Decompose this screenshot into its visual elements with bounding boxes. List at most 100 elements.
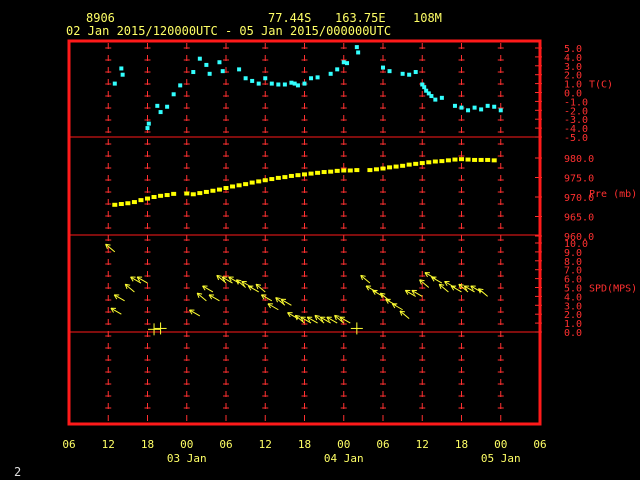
temperature-point — [250, 78, 255, 83]
pressure-point — [413, 161, 419, 166]
temperature-point — [356, 50, 361, 55]
pressure-point — [406, 162, 412, 167]
temperature-point — [498, 108, 503, 113]
temperature-point — [335, 67, 340, 72]
x-tick-label: 06 — [376, 438, 389, 451]
y-tick-label: 965.0 — [564, 213, 594, 224]
temperature-point — [354, 45, 359, 50]
x-tick-label: 18 — [455, 438, 468, 451]
y-tick-label: -5.0 — [564, 133, 588, 144]
date-label: 03 Jan — [167, 452, 207, 465]
meteogram: 5.04.03.02.01.00.0-1.0-2.0-3.0-4.0-5.0T(… — [62, 39, 637, 465]
wind-arrow — [365, 285, 377, 293]
pressure-point — [432, 159, 438, 164]
pressure-point — [223, 186, 229, 191]
x-tick-label: 06 — [533, 438, 546, 451]
pressure-point — [302, 172, 307, 177]
wind-arrow — [105, 243, 116, 253]
x-tick-label: 18 — [298, 438, 311, 451]
pressure-point — [243, 182, 249, 187]
wind-arrow — [350, 322, 363, 335]
temperature-point — [485, 103, 490, 108]
pressure-point — [354, 168, 360, 173]
wind-arrow — [189, 309, 201, 317]
pressure-point — [400, 163, 406, 168]
temperature-point — [155, 103, 160, 108]
elevation: 108M — [413, 11, 442, 25]
wind-arrow — [275, 297, 286, 306]
wind-arrow — [110, 307, 122, 315]
temperature-point — [146, 121, 151, 126]
pressure-point — [125, 201, 131, 206]
wind-arrow — [113, 294, 125, 302]
pressure-point — [426, 160, 432, 165]
pressure-point — [131, 200, 137, 205]
temperature-point — [243, 76, 248, 81]
wind-arrow — [360, 274, 371, 284]
temperature-point — [207, 71, 212, 76]
temperature-point — [407, 72, 412, 77]
y-tick-label: 0.0 — [564, 328, 582, 339]
temperature-point — [309, 76, 314, 81]
temperature-point — [269, 81, 274, 86]
pressure-point — [158, 193, 164, 198]
temperature-point — [413, 70, 418, 75]
pressure-point — [419, 161, 425, 166]
wind-arrow — [196, 292, 207, 302]
plot-frame — [67, 39, 542, 426]
axis-labels: 5.04.03.02.01.00.0-1.0-2.0-3.0-4.0-5.0T(… — [62, 44, 637, 465]
temperature-point — [237, 67, 242, 72]
temperature-point — [387, 69, 392, 74]
x-tick-label: 12 — [416, 438, 429, 451]
pressure-point — [439, 159, 445, 164]
pressure-point — [452, 157, 458, 162]
wind-arrow — [385, 298, 397, 306]
pressure-point — [282, 175, 288, 180]
pressure-point — [328, 169, 334, 174]
pressure-point — [472, 157, 478, 162]
pressure-point — [321, 170, 327, 175]
temperature-point — [276, 82, 281, 87]
wind-arrow — [235, 279, 246, 288]
pressure-point — [465, 157, 471, 162]
temperature-point — [381, 65, 385, 70]
pressure-point — [380, 166, 386, 171]
temperature-point — [429, 94, 434, 99]
pressure-point — [197, 191, 203, 196]
wind-arrow — [419, 279, 430, 288]
grid-lines — [69, 43, 542, 422]
wind-arrow — [241, 281, 253, 288]
temperature-point — [171, 92, 176, 97]
x-tick-label: 06 — [219, 438, 232, 451]
pressure-point — [373, 167, 379, 172]
temperature-point — [120, 72, 125, 77]
temperature-point — [328, 71, 333, 76]
temperature-point — [178, 83, 183, 88]
temperature-point — [119, 66, 124, 71]
pressure-point — [393, 164, 399, 169]
temperature-point — [345, 61, 350, 66]
wind-arrow — [202, 285, 214, 293]
temperature-point — [204, 62, 209, 67]
pressure-point — [269, 177, 275, 182]
pressure-point — [459, 157, 464, 162]
x-tick-label: 06 — [62, 438, 75, 451]
pressure-point — [308, 171, 314, 176]
panel-name: Pre (mb) — [589, 189, 637, 200]
pressure-point — [262, 178, 268, 183]
panel-name: SPD(MPS) — [589, 284, 637, 295]
x-tick-label: 18 — [141, 438, 154, 451]
wind-arrow — [267, 303, 279, 311]
pressure-point — [341, 168, 347, 173]
temperature-point — [295, 83, 300, 88]
y-tick-label: 980.0 — [564, 154, 594, 165]
temperature-point — [256, 81, 261, 86]
temperature-point — [492, 104, 497, 109]
temperature-point — [158, 110, 163, 115]
wind-arrow — [280, 298, 292, 306]
pressure-point — [210, 188, 216, 193]
wind-arrow — [444, 281, 456, 288]
period-title: 02 Jan 2015/120000UTC - 05 Jan 2015/0000… — [66, 24, 392, 38]
wind-arrow — [339, 316, 351, 324]
pressure-point — [118, 202, 124, 207]
